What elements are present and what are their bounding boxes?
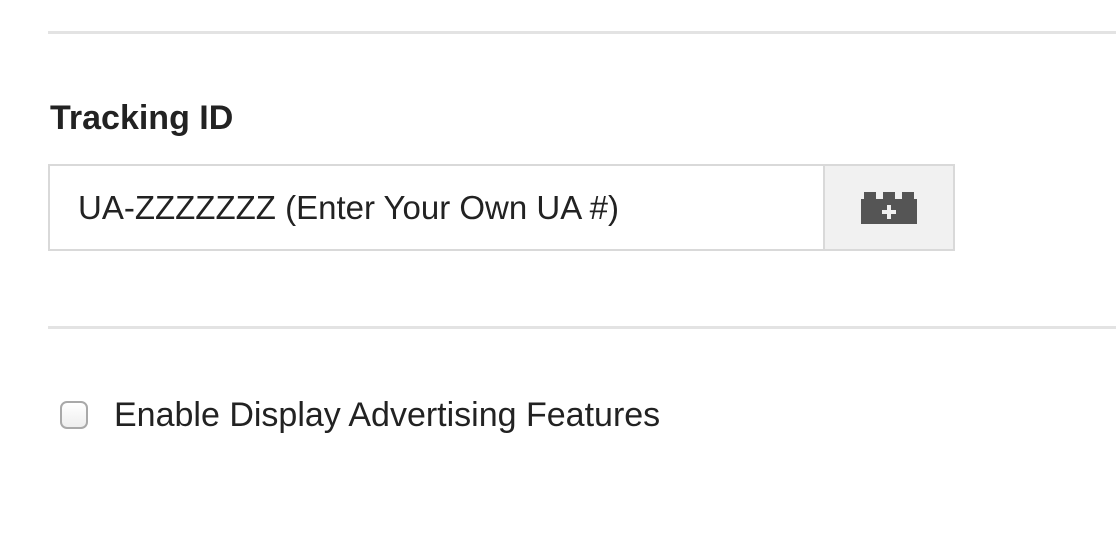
insert-variable-button[interactable] (823, 164, 955, 251)
variable-brick-plus-icon (861, 191, 917, 224)
top-divider (48, 31, 1116, 34)
section-divider (48, 326, 1116, 329)
display-advertising-label[interactable]: Enable Display Advertising Features (114, 393, 660, 437)
tracking-id-label: Tracking ID (50, 99, 234, 137)
tracking-id-field-group (48, 164, 955, 251)
display-advertising-checkbox[interactable] (60, 401, 88, 429)
display-advertising-option: Enable Display Advertising Features (60, 393, 660, 437)
tracking-id-input[interactable] (48, 164, 823, 251)
